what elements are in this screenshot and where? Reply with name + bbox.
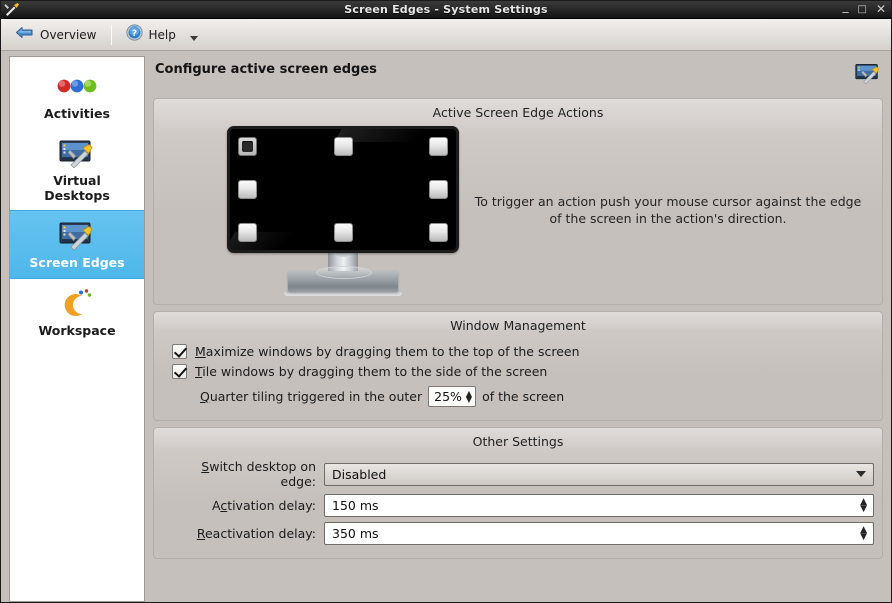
- page-header: Configure active screen edges: [155, 62, 881, 88]
- svg-text:?: ?: [131, 29, 136, 39]
- screen-edge-hint: To trigger an action push your mouse cur…: [474, 194, 862, 226]
- reactivation-delay-input[interactable]: 350 ms ▲ ▼: [324, 522, 874, 545]
- window-management-group: Window Management Maximize windows by dr…: [153, 311, 883, 421]
- quarter-tiling-suffix: of the screen: [482, 389, 565, 404]
- quarter-tiling-value: 25%: [434, 389, 462, 404]
- quarter-tiling-label: Quarter tiling triggered in the outer: [200, 389, 423, 404]
- minimize-button[interactable]: _: [842, 0, 848, 12]
- tile-windows-row[interactable]: Tile windows by dragging them to the sid…: [172, 364, 874, 379]
- sidebar-item-label: Workspace: [38, 323, 116, 338]
- sidebar: Activities Virtual Desktops Screen Edges…: [9, 56, 145, 602]
- system-settings-window: Screen Edges - System Settings _ □ ✕ Ove…: [0, 0, 892, 603]
- toolbar: Overview ? Help: [1, 19, 891, 51]
- monitor-tools-icon: [59, 135, 95, 171]
- main-panel: Configure active screen edges Active Scr…: [145, 51, 891, 602]
- sidebar-item-workspace[interactable]: Workspace: [10, 279, 144, 346]
- monitor-stand-base: [288, 266, 398, 292]
- activation-delay-label: Activation delay:: [211, 498, 316, 513]
- back-arrow-icon: [15, 23, 34, 46]
- tile-windows-checkbox[interactable]: [172, 364, 187, 379]
- monitor-tools-icon: [59, 217, 95, 253]
- sidebar-item-screen-edges[interactable]: Screen Edges: [10, 210, 144, 279]
- window-tools-icon: [3, 1, 21, 19]
- reactivation-delay-row: Reactivation delay: 350 ms ▲ ▼: [164, 522, 874, 545]
- title-bar: Screen Edges - System Settings _ □ ✕: [1, 0, 891, 19]
- help-label: Help: [148, 27, 176, 42]
- page-title: Configure active screen edges: [155, 62, 377, 77]
- reactivation-delay-label: Reactivation delay:: [196, 526, 316, 541]
- activation-delay-value: 150 ms: [332, 498, 379, 513]
- monitor-stand-foot: [284, 292, 402, 296]
- edge-button-middle-right[interactable]: [429, 180, 448, 199]
- window-body: Activities Virtual Desktops Screen Edges…: [1, 51, 891, 602]
- overview-button[interactable]: Overview: [9, 21, 103, 48]
- sidebar-item-label: Virtual Desktops: [44, 172, 110, 203]
- help-button[interactable]: ? Help: [120, 22, 182, 47]
- monitor-preview: [224, 126, 462, 296]
- switch-desktop-value: Disabled: [332, 466, 387, 482]
- monitor-tools-icon: [855, 62, 881, 88]
- chevron-down-icon: [856, 471, 866, 477]
- edge-button-top-left[interactable]: [238, 137, 257, 156]
- sidebar-item-label: Activities: [44, 106, 110, 121]
- screen-area: [227, 126, 459, 253]
- edge-button-middle-left[interactable]: [238, 180, 257, 199]
- overview-label: Overview: [40, 27, 97, 42]
- stepper-arrows-icon[interactable]: ▲ ▼: [466, 389, 472, 403]
- switch-desktop-row: Switch desktop on edge: Disabled: [164, 459, 874, 489]
- sidebar-item-virtual-desktops[interactable]: Virtual Desktops: [10, 129, 144, 211]
- edge-button-bottom-right[interactable]: [429, 223, 448, 242]
- close-button[interactable]: ✕: [876, 3, 886, 15]
- active-screen-edge-actions-group: Active Screen Edge Actions To trigger an…: [153, 98, 883, 305]
- maximize-button[interactable]: □: [857, 4, 866, 15]
- group-title: Window Management: [450, 318, 586, 333]
- reactivation-delay-value: 350 ms: [332, 526, 379, 541]
- workspace-moon-icon: [59, 285, 95, 321]
- quarter-tiling-stepper[interactable]: 25% ▲ ▼: [428, 386, 477, 407]
- activation-delay-row: Activation delay: 150 ms ▲ ▼: [164, 494, 874, 517]
- window-controls: _ □ ✕: [842, 0, 886, 15]
- edge-button-bottom-left[interactable]: [238, 223, 257, 242]
- window-title: Screen Edges - System Settings: [344, 3, 548, 16]
- stepper-arrows-icon[interactable]: ▲ ▼: [860, 525, 867, 541]
- tile-windows-label: Tile windows by dragging them to the sid…: [195, 364, 548, 379]
- sidebar-item-activities[interactable]: Activities: [10, 62, 144, 129]
- switch-desktop-select[interactable]: Disabled: [324, 462, 874, 486]
- maximize-windows-label: Maximize windows by dragging them to the…: [195, 344, 580, 359]
- edge-button-top-center[interactable]: [333, 137, 353, 156]
- activation-delay-input[interactable]: 150 ms ▲ ▼: [324, 494, 874, 517]
- activities-dots-icon: [55, 68, 99, 104]
- group-title: Active Screen Edge Actions: [432, 105, 604, 120]
- other-settings-group: Other Settings Switch desktop on edge: D…: [153, 427, 883, 559]
- edge-button-bottom-center[interactable]: [333, 223, 353, 242]
- edge-button-top-right[interactable]: [429, 137, 448, 156]
- quarter-tiling-row: Quarter tiling triggered in the outer 25…: [200, 386, 874, 407]
- toolbar-separator: [110, 24, 112, 45]
- stepper-arrows-icon[interactable]: ▲ ▼: [860, 497, 867, 513]
- switch-desktop-label: Switch desktop on edge:: [201, 459, 316, 489]
- maximize-windows-row[interactable]: Maximize windows by dragging them to the…: [172, 344, 874, 359]
- chevron-down-icon[interactable]: [189, 36, 198, 41]
- maximize-windows-checkbox[interactable]: [172, 344, 187, 359]
- screen-preview-row: To trigger an action push your mouse cur…: [162, 126, 874, 296]
- help-circle-icon: ?: [125, 24, 143, 45]
- sidebar-item-label: Screen Edges: [29, 255, 125, 271]
- group-title: Other Settings: [472, 434, 564, 449]
